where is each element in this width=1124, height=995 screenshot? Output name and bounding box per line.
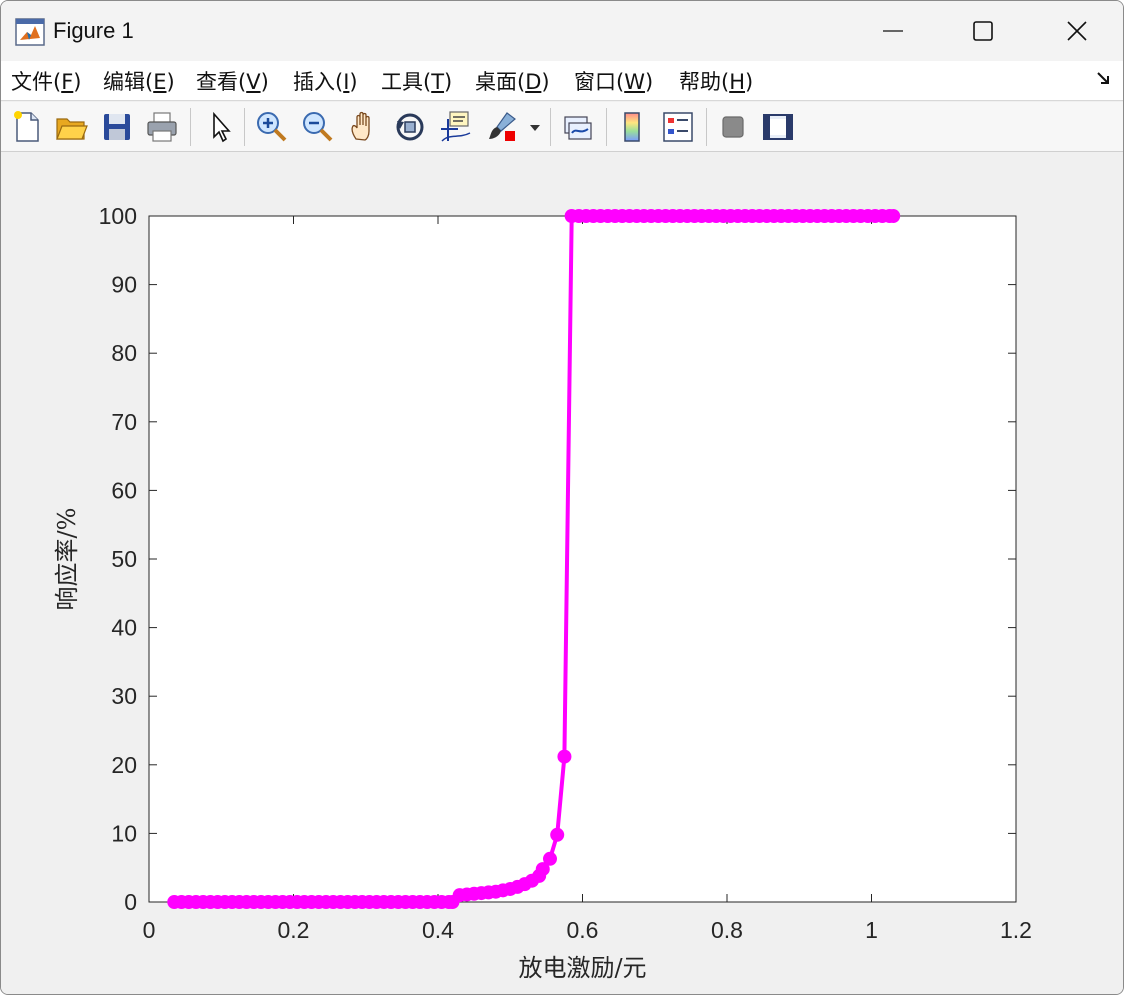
brush-icon[interactable]: [485, 109, 521, 145]
close-icon: [1067, 21, 1087, 41]
x-tick-label: 1.2: [1000, 917, 1032, 943]
data-point: [542, 851, 557, 866]
toolbar-separator: [244, 108, 245, 146]
x-tick-label: 0: [143, 917, 156, 943]
menu-help[interactable]: 帮助(H): [679, 66, 753, 96]
minimize-icon: [883, 30, 903, 32]
y-tick-label: 10: [111, 820, 137, 846]
x-tick-label: 0.6: [567, 917, 599, 943]
data-point: [557, 749, 572, 764]
hide-plot-tools-icon[interactable]: [715, 109, 751, 145]
toolbar-separator: [190, 108, 191, 146]
new-file-icon[interactable]: [9, 109, 45, 145]
zoom-in-icon[interactable]: [253, 109, 289, 145]
maximize-icon: [973, 21, 993, 41]
y-tick-label: 40: [111, 615, 137, 641]
save-icon[interactable]: [99, 109, 135, 145]
menu-bar: 文件(F) 编辑(E) 查看(V) 插入(I) 工具(T) 桌面(D) 窗口(W…: [1, 61, 1123, 101]
y-tick-label: 80: [111, 340, 137, 366]
pan-hand-icon[interactable]: [346, 109, 382, 145]
menu-view[interactable]: 查看(V): [196, 66, 269, 96]
menu-tools[interactable]: 工具(T): [381, 66, 452, 96]
menu-edit[interactable]: 编辑(E): [103, 66, 175, 96]
y-tick-label: 70: [111, 409, 137, 435]
colorbar-icon[interactable]: [615, 109, 651, 145]
maximize-button[interactable]: [937, 1, 1029, 61]
data-point: [550, 827, 565, 842]
link-plot-icon[interactable]: [560, 109, 596, 145]
axes-background: [148, 215, 1017, 903]
show-plot-tools-icon[interactable]: [760, 109, 796, 145]
open-folder-icon[interactable]: [53, 109, 89, 145]
y-tick-label: 100: [99, 203, 137, 229]
y-tick-label: 20: [111, 752, 137, 778]
y-tick-label: 60: [111, 477, 137, 503]
figure-toolbar: [1, 102, 1123, 152]
brush-dropdown-icon[interactable]: [527, 109, 543, 145]
legend-icon[interactable]: [660, 109, 696, 145]
figure-canvas[interactable]: 0 0.2 0.4 0.6 0.8 1 1.2 0 10 20 30 40 50 60 70 80 90 100 …: [1, 153, 1124, 995]
x-tick-label: 0.4: [422, 917, 454, 943]
y-tick-label: 50: [111, 546, 137, 572]
y-axis-label: 响应率/%: [53, 508, 81, 611]
window-title: Figure 1: [53, 18, 134, 43]
x-tick-label: 1: [865, 917, 878, 943]
print-icon[interactable]: [144, 109, 180, 145]
toolbar-separator: [550, 108, 551, 146]
x-axis-label: 放电激励/元: [518, 954, 646, 982]
y-tick-label: 90: [111, 272, 137, 298]
menu-window[interactable]: 窗口(W): [574, 66, 653, 96]
minimize-button[interactable]: [847, 1, 939, 61]
x-tick-label: 0.2: [278, 917, 310, 943]
matlab-logo-icon: [15, 18, 45, 46]
close-button[interactable]: [1031, 1, 1123, 61]
data-point: [886, 209, 901, 223]
data-cursor-icon[interactable]: [438, 109, 474, 145]
rotate-3d-icon[interactable]: [392, 109, 428, 145]
title-bar[interactable]: Figure 1: [1, 1, 1123, 61]
x-tick-label: 0.8: [711, 917, 743, 943]
plot-axes[interactable]: 0 0.2 0.4 0.6 0.8 1 1.20102030405060708090100 …: [1, 153, 1124, 995]
zoom-out-icon[interactable]: [299, 109, 335, 145]
menu-file[interactable]: 文件(F): [11, 66, 82, 96]
dock-arrow-icon[interactable]: [1095, 69, 1113, 87]
figure-window: Figure 1 文件(F) 编辑(E) 查看(V) 插入(I) 工具(T) 桌…: [0, 0, 1124, 995]
y-tick-label: 0: [124, 889, 137, 915]
select-arrow-icon[interactable]: [202, 109, 238, 145]
toolbar-separator: [706, 108, 707, 146]
menu-desktop[interactable]: 桌面(D): [475, 66, 550, 96]
y-tick-label: 30: [111, 683, 137, 709]
menu-insert[interactable]: 插入(I): [293, 66, 358, 96]
toolbar-separator: [606, 108, 607, 146]
